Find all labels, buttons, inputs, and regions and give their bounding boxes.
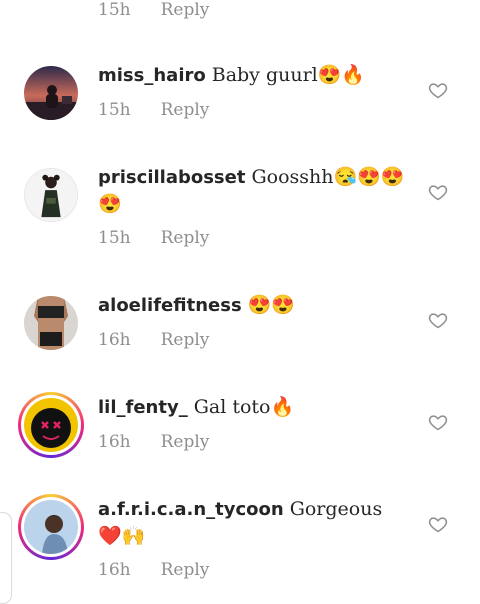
comment-text: lil_fenty_ Gal toto🔥 xyxy=(98,394,410,421)
comment-time: 15h xyxy=(98,0,131,20)
comment-body: 😍😍 xyxy=(247,294,295,316)
avatar-ring-gap xyxy=(21,497,81,557)
like-button[interactable] xyxy=(428,182,448,202)
comment-text: priscillabosset Goosshh😪😍😍😍 xyxy=(98,164,410,218)
comment-body: Gal toto🔥 xyxy=(193,396,295,418)
reply-button[interactable]: Reply xyxy=(161,432,210,452)
avatar-story-ring[interactable] xyxy=(18,392,84,458)
comment-meta: 15h Reply xyxy=(98,100,209,120)
avatar-story-ring[interactable] xyxy=(18,494,84,560)
avatar[interactable] xyxy=(24,168,78,222)
comment-meta: 16h Reply xyxy=(98,330,209,350)
edge-panel xyxy=(0,512,12,604)
reply-button[interactable]: Reply xyxy=(161,0,210,20)
comment-meta: 15h Reply xyxy=(98,0,209,20)
reply-button[interactable]: Reply xyxy=(161,228,210,248)
like-button[interactable] xyxy=(428,514,448,534)
comment-meta: 15h Reply xyxy=(98,228,209,248)
comment-username[interactable]: lil_fenty_ xyxy=(98,397,188,418)
comment-time: 16h xyxy=(98,432,131,452)
like-button[interactable] xyxy=(428,310,448,330)
avatar-image xyxy=(24,66,78,120)
comment-text: a.f.r.i.c.a.n_tycoon Gorgeous ❤️🙌 xyxy=(98,496,410,550)
reply-button[interactable]: Reply xyxy=(161,100,210,120)
comment-text: miss_hairo Baby guurl😍🔥 xyxy=(98,62,410,89)
comment-time: 15h xyxy=(98,228,131,248)
avatar xyxy=(24,398,78,452)
avatar xyxy=(24,500,78,554)
comment-username[interactable]: aloelifefitness xyxy=(98,295,242,316)
comment-text: aloelifefitness 😍😍 xyxy=(98,292,410,319)
heart-outline-icon xyxy=(428,517,448,533)
heart-outline-icon xyxy=(428,415,448,431)
comment-meta: 16h Reply xyxy=(98,560,209,580)
avatar[interactable] xyxy=(24,296,78,350)
comment-username[interactable]: miss_hairo xyxy=(98,65,206,86)
comment-meta: 16h Reply xyxy=(98,432,209,452)
comment-time: 15h xyxy=(98,100,131,120)
reply-button[interactable]: Reply xyxy=(161,560,210,580)
comment-username[interactable]: a.f.r.i.c.a.n_tycoon xyxy=(98,499,284,520)
heart-outline-icon xyxy=(428,313,448,329)
comment-time: 16h xyxy=(98,330,131,350)
avatar-image xyxy=(24,500,78,554)
avatar-image xyxy=(25,169,77,221)
heart-outline-icon xyxy=(428,185,448,201)
avatar[interactable] xyxy=(24,66,78,120)
like-button[interactable] xyxy=(428,412,448,432)
comment-username[interactable]: priscillabosset xyxy=(98,167,245,188)
heart-outline-icon xyxy=(428,83,448,99)
avatar-image xyxy=(24,296,78,350)
avatar-image xyxy=(24,398,78,452)
like-button[interactable] xyxy=(428,80,448,100)
comments-list: 15h Reply miss_hairo Baby guurl😍🔥 15h Re… xyxy=(0,0,480,604)
comment-body: Baby guurl😍🔥 xyxy=(211,64,366,86)
avatar-ring-gap xyxy=(21,395,81,455)
reply-button[interactable]: Reply xyxy=(161,330,210,350)
comment-time: 16h xyxy=(98,560,131,580)
